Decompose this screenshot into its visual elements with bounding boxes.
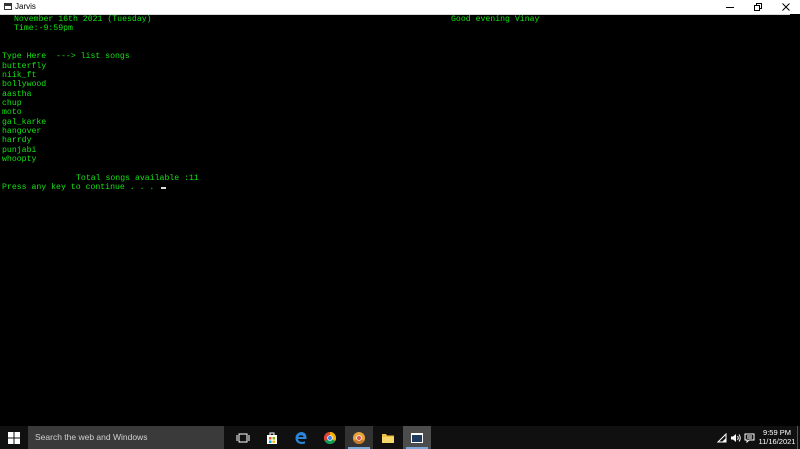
date-line: November 16th 2021 (Tuesday): [14, 15, 152, 24]
store-icon: [267, 432, 277, 444]
song-item: whoopty: [2, 155, 37, 164]
console-app-icon: [4, 3, 12, 10]
text-cursor: [161, 187, 167, 189]
start-button[interactable]: [0, 426, 28, 449]
greeting-line: Good evening Vinay: [451, 15, 540, 24]
song-item: butterfly: [2, 62, 47, 71]
console-taskbar-button[interactable]: [403, 426, 431, 449]
close-button[interactable]: [772, 0, 800, 14]
maximize-button[interactable]: [744, 0, 772, 14]
clock-date: 11/16/2021: [758, 437, 796, 446]
total-songs-line: Total songs available :11: [76, 174, 199, 183]
continue-line: Press any key to continue . . .: [2, 183, 167, 192]
song-item: hangover: [2, 127, 42, 136]
window-title: Jarvis: [15, 2, 36, 11]
network-tray-button[interactable]: [716, 426, 727, 449]
search-box[interactable]: Search the web and Windows: [28, 426, 224, 449]
task-view-icon: [236, 433, 250, 442]
notifications-icon: [744, 433, 754, 443]
notifications-tray-button[interactable]: [743, 426, 755, 449]
network-icon: [716, 432, 726, 442]
system-clock[interactable]: 9:59 PM 11/16/2021: [758, 428, 796, 446]
input-prompt-line: Type Here ---> list songs: [2, 52, 130, 61]
edge-button[interactable]: [287, 426, 315, 449]
clock-time: 9:59 PM: [763, 428, 791, 437]
chrome-button[interactable]: [316, 426, 344, 449]
store-button[interactable]: [258, 426, 286, 449]
edge-icon: [295, 431, 307, 444]
minimize-icon: [726, 7, 734, 8]
maximize-icon: [754, 3, 762, 11]
console-window[interactable]: Jarvis November 16th 2021 (Tuesday) Good…: [0, 0, 800, 426]
console-window-icon: [411, 432, 423, 443]
song-item: punjabi: [2, 146, 37, 155]
volume-icon: [730, 433, 741, 442]
song-item: aastha: [2, 90, 32, 99]
song-item: gal_karke: [2, 118, 47, 127]
taskbar: Search the web and Windows 9:59 PM 11/16…: [0, 426, 800, 449]
song-item: bollywood: [2, 80, 47, 89]
song-item: moto: [2, 108, 22, 117]
song-item: niik_ft: [2, 71, 37, 80]
chrome-canary-button[interactable]: [345, 426, 373, 449]
song-item: harrdy: [2, 136, 32, 145]
song-item: chup: [2, 99, 22, 108]
chrome-icon: [323, 431, 337, 444]
continue-text: Press any key to continue . . .: [2, 183, 160, 192]
console-output[interactable]: November 16th 2021 (Tuesday) Good evenin…: [2, 14, 790, 426]
vertical-scrollbar[interactable]: [790, 14, 800, 426]
minimize-button[interactable]: [716, 0, 744, 14]
file-explorer-button[interactable]: [374, 426, 402, 449]
task-view-button[interactable]: [229, 426, 257, 449]
file-explorer-icon: [382, 433, 394, 443]
volume-tray-button[interactable]: [729, 426, 741, 449]
close-icon: [782, 3, 790, 11]
chrome-canary-icon: [353, 431, 365, 444]
title-bar[interactable]: Jarvis: [0, 0, 800, 15]
windows-start-icon: [8, 431, 20, 444]
time-line: Time:-9:59pm: [14, 24, 73, 33]
search-placeholder: Search the web and Windows: [35, 432, 148, 442]
